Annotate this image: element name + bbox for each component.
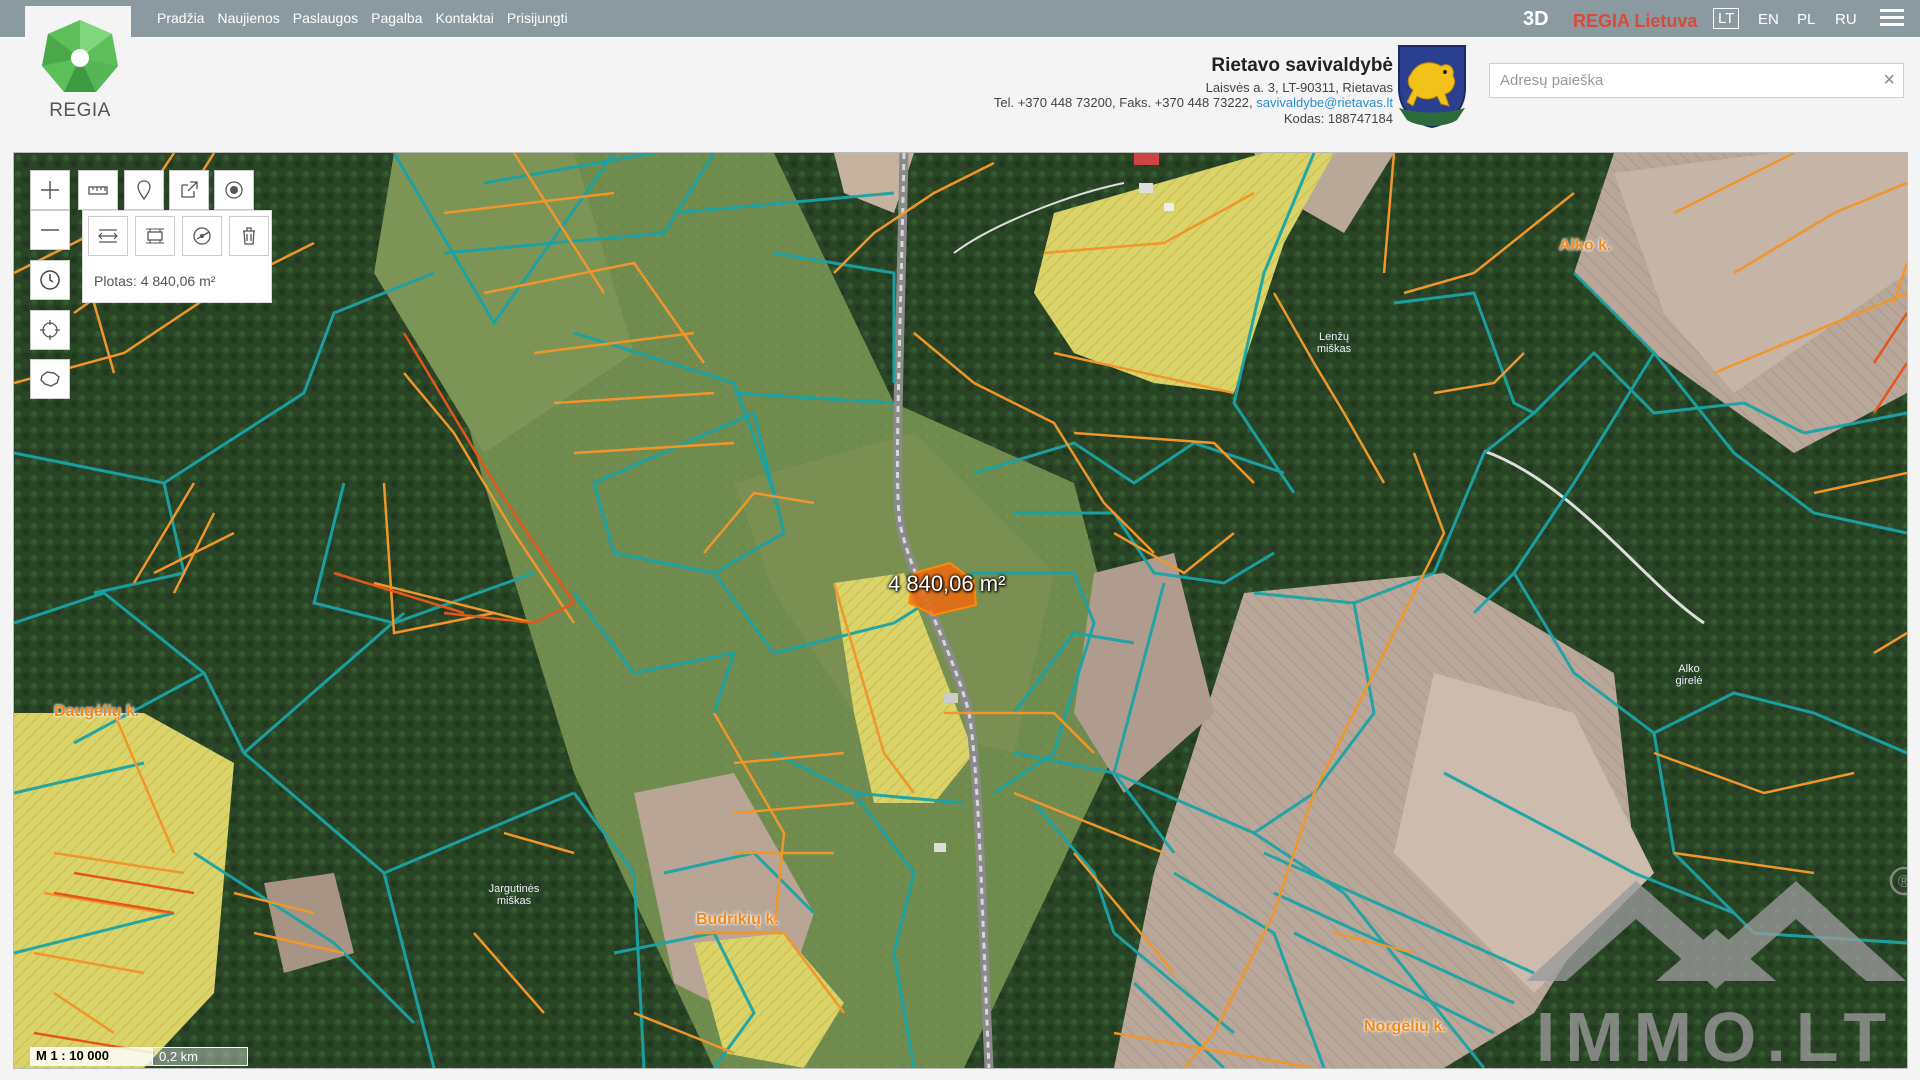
full-extent-button[interactable] <box>30 359 70 399</box>
measure-panel <box>82 210 272 303</box>
nav-item-naujienos[interactable]: Naujienos <box>217 10 279 26</box>
ruler-icon <box>88 186 108 195</box>
measured-area-label: 4 840,06 m² <box>888 571 1006 596</box>
clear-measure-button[interactable] <box>229 216 269 256</box>
map-scale: M 1 : 10 000 0,2 km <box>30 1047 248 1066</box>
measure-tool-button[interactable] <box>78 170 118 210</box>
radius-icon <box>193 227 211 245</box>
municipality-name: Rietavo savivaldybė <box>1211 55 1393 76</box>
crosshair-icon <box>40 320 60 340</box>
scale-ratio: M 1 : 10 000 <box>30 1047 152 1066</box>
hamburger-menu-icon[interactable] <box>1880 9 1904 29</box>
place-label-alko: Alko k. <box>1559 237 1612 254</box>
municipality-email-link[interactable]: savivaldybe@rietavas.lt <box>1256 95 1393 110</box>
logo-text: REGIA <box>49 100 111 121</box>
locate-button[interactable] <box>30 310 70 350</box>
clock-icon <box>40 270 60 290</box>
lang-ru-button[interactable]: RU <box>1831 10 1861 29</box>
map-canvas[interactable]: Alko k. Daugėlių k. Budrikių k. Norgėlių… <box>13 152 1908 1069</box>
municipality-phone: Tel. +370 448 73200, Faks. +370 448 7322… <box>993 95 1257 110</box>
distance-icon <box>98 229 118 243</box>
lang-lt-button[interactable]: LT <box>1713 8 1740 29</box>
municipality-contacts: Tel. +370 448 73200, Faks. +370 448 7322… <box>994 95 1393 111</box>
area-icon <box>146 228 164 244</box>
watermark-text: IMMO.LT <box>1536 998 1896 1069</box>
lang-en-button[interactable]: EN <box>1754 10 1783 29</box>
registered-mark: ® <box>1898 872 1908 891</box>
target-icon <box>225 181 243 199</box>
lang-pl-button[interactable]: PL <box>1793 10 1819 29</box>
address-search-input[interactable] <box>1490 64 1870 97</box>
3d-view-button[interactable]: 3D <box>1523 8 1549 31</box>
zoom-out-button[interactable] <box>30 210 70 250</box>
measure-radius-button[interactable] <box>182 216 222 256</box>
scale-bar: 0,2 km <box>152 1047 248 1066</box>
search-clear-icon[interactable]: × <box>1883 69 1895 92</box>
coat-of-arms-icon <box>1398 45 1466 128</box>
immo-watermark-logo: ® IMMO.LT <box>1526 866 1908 1069</box>
measure-area-info: Plotas: 4 840,06 m² <box>94 273 216 289</box>
nav-item-pagalba[interactable]: Pagalba <box>371 10 422 26</box>
address-search-box: × <box>1489 63 1904 98</box>
zoom-in-button[interactable] <box>30 170 70 210</box>
map-pin-icon <box>137 180 151 201</box>
measure-distance-button[interactable] <box>88 216 128 256</box>
place-label-norgeliu: Norgėlių k. <box>1364 1018 1447 1035</box>
place-label-budrikiu: Budrikių k. <box>696 911 779 928</box>
country-outline-icon <box>40 371 60 387</box>
measure-area-button[interactable] <box>135 216 175 256</box>
forest-label-lenzu: Lenžų miškas <box>1316 331 1352 355</box>
trash-icon <box>243 227 255 245</box>
regia-logo[interactable]: REGIA <box>38 18 122 128</box>
share-button[interactable] <box>169 170 209 210</box>
nav-item-prisijungti[interactable]: Prisijungti <box>507 10 568 26</box>
place-label-daugeliu: Daugėlių k. <box>54 703 140 720</box>
main-nav: Pradžia Naujienos Paslaugos Pagalba Kont… <box>157 10 568 26</box>
municipality-code: Kodas: 188747184 <box>1283 110 1393 126</box>
marker-tool-button[interactable] <box>124 170 164 210</box>
forest-label-jargutines: Jargutinės miškas <box>488 883 540 907</box>
nav-item-pradzia[interactable]: Pradžia <box>157 10 204 26</box>
municipality-info: Rietavo savivaldybė Laisvės a. 3, LT-903… <box>994 55 1393 126</box>
plus-icon <box>41 181 59 199</box>
nav-item-paslaugos[interactable]: Paslaugos <box>293 10 358 26</box>
regia-lietuva-link[interactable]: REGIA Lietuva <box>1573 11 1697 32</box>
history-button[interactable] <box>30 260 70 300</box>
regia-logo-icon <box>42 20 118 92</box>
municipality-address: Laisvės a. 3, LT-90311, Rietavas <box>1205 79 1393 95</box>
point-tool-button[interactable] <box>214 170 254 210</box>
minus-icon <box>41 229 59 231</box>
forest-label-alko-gireles: Alko girelė <box>1675 663 1703 687</box>
external-link-icon <box>181 181 198 198</box>
nav-item-kontaktai[interactable]: Kontaktai <box>436 10 494 26</box>
